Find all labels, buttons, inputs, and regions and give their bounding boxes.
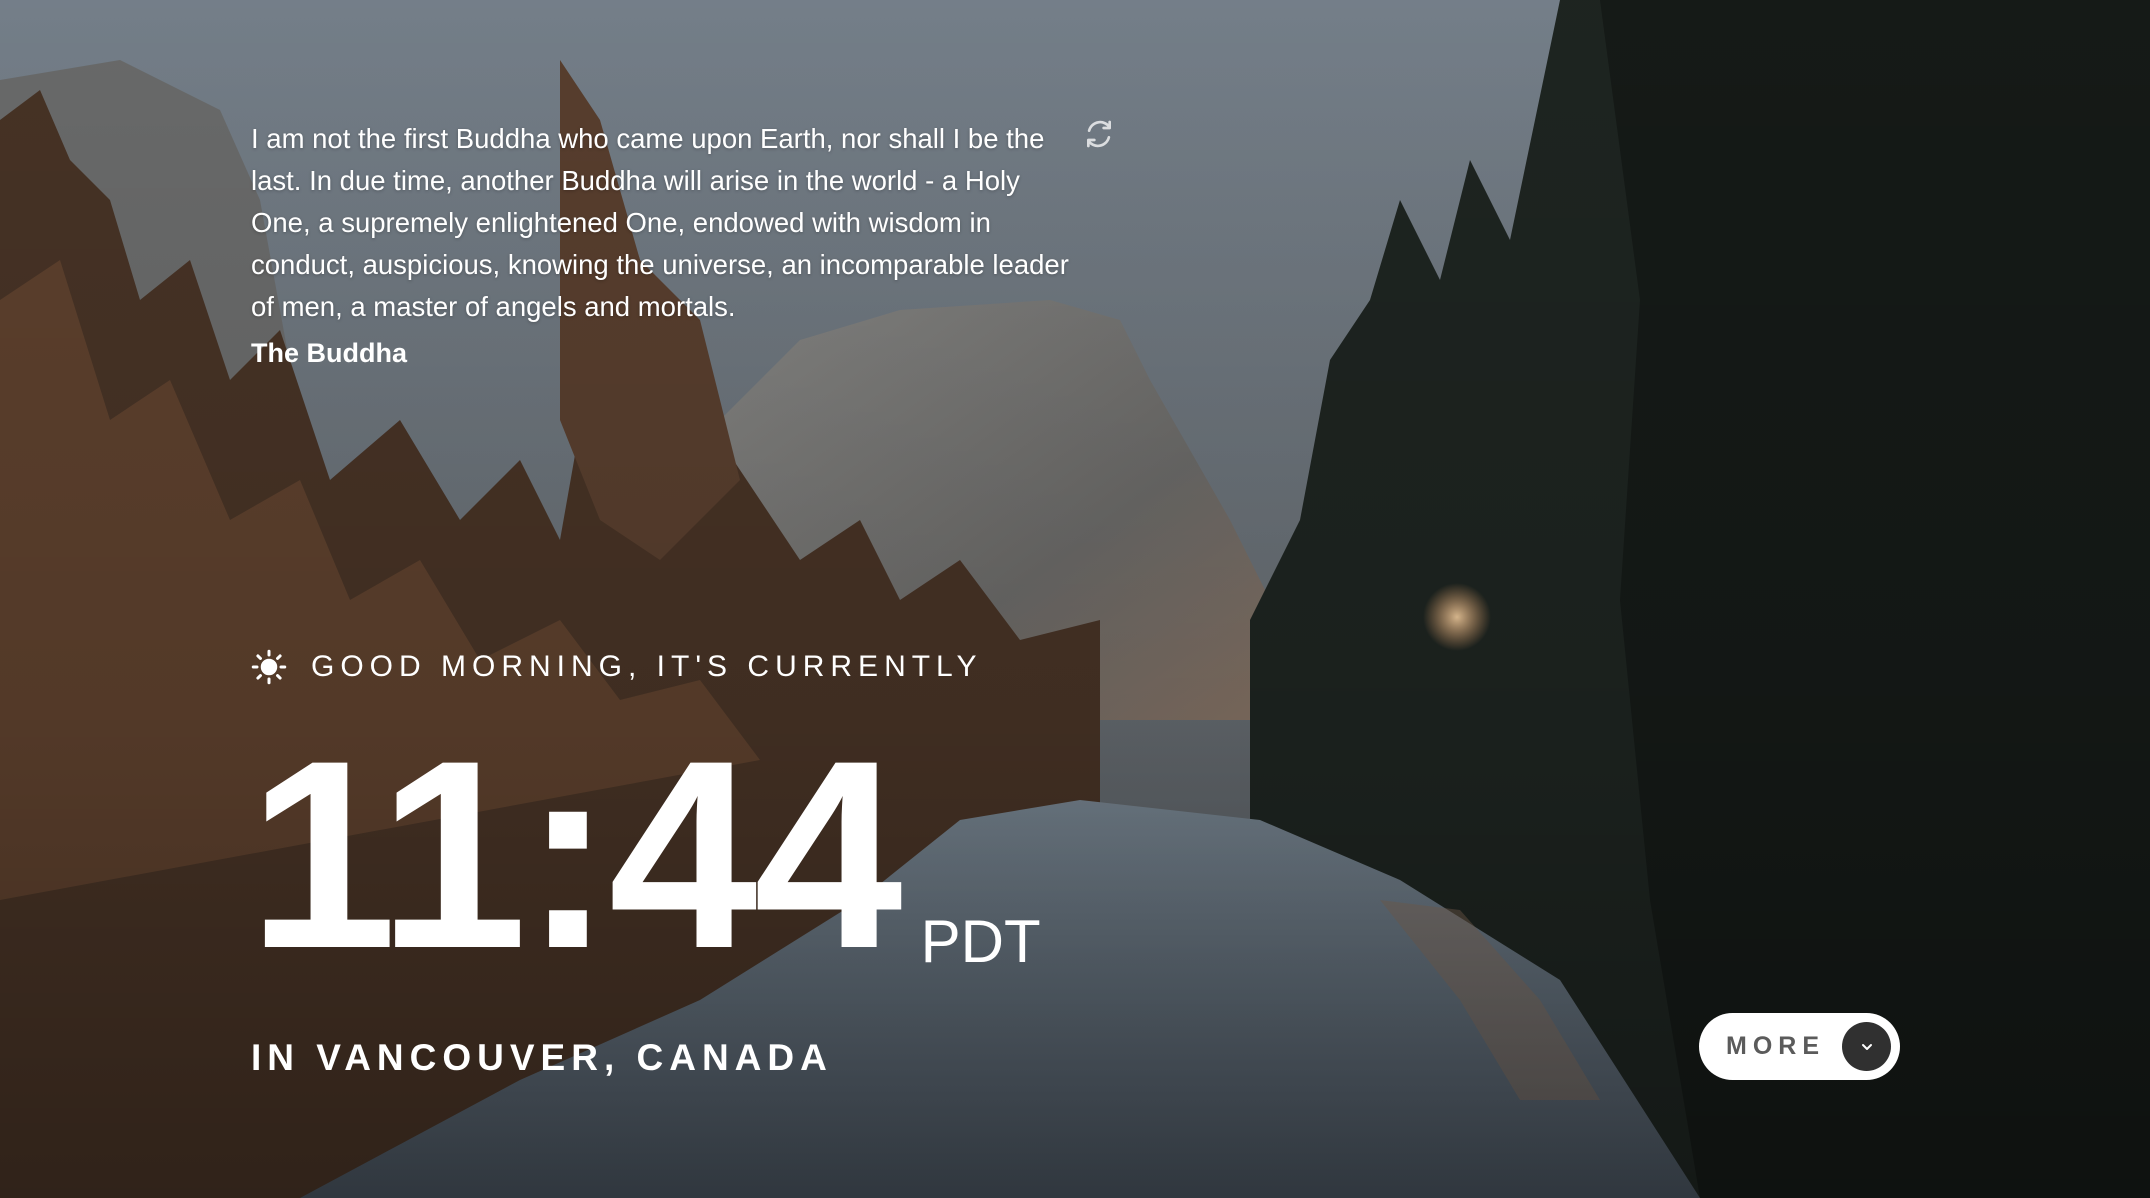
chevron-down-icon	[1842, 1022, 1891, 1071]
sun-icon	[251, 649, 287, 685]
greeting: GOOD MORNING, IT'S CURRENTLY	[251, 647, 983, 687]
location-text: IN VANCOUVER, CANADA	[251, 1037, 833, 1078]
greeting-text: GOOD MORNING, IT'S CURRENTLY	[311, 650, 983, 683]
more-button-label: MORE	[1726, 1032, 1825, 1060]
refresh-quote-button[interactable]	[1083, 118, 1115, 150]
more-button[interactable]: MORE	[1699, 1013, 1900, 1080]
quote-block: I am not the first Buddha who came upon …	[251, 118, 1081, 369]
refresh-icon	[1087, 120, 1111, 148]
clock: 11:44 PDT	[248, 720, 1041, 988]
quote-author: The Buddha	[251, 338, 407, 368]
app-root: I am not the first Buddha who came upon …	[0, 0, 2150, 1198]
quote-text: I am not the first Buddha who came upon …	[251, 123, 1069, 322]
clock-timezone: PDT	[920, 908, 1041, 975]
clock-time: 11:44	[248, 704, 903, 1004]
